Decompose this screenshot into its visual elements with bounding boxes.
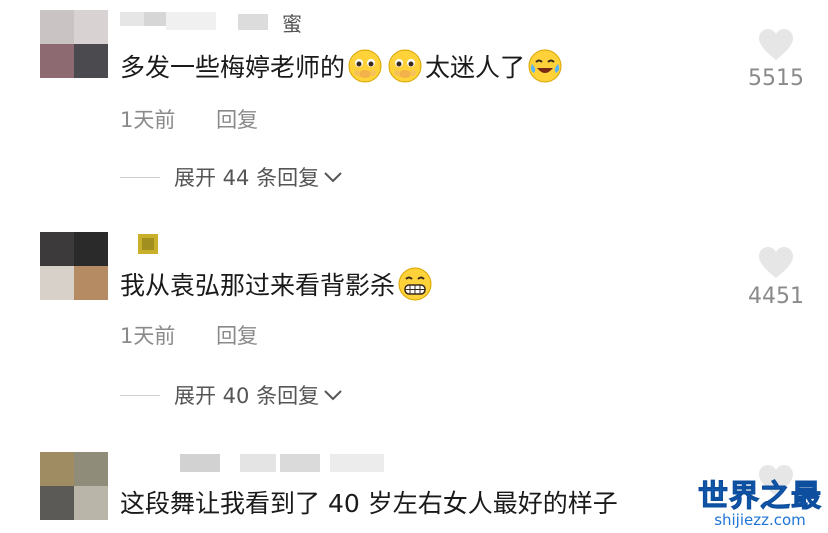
expand-replies-button[interactable]: 展开 40 条回复 [120, 380, 343, 410]
avatar[interactable] [40, 452, 108, 520]
reply-button[interactable]: 回复 [216, 108, 258, 132]
pleading-face-icon [388, 49, 422, 83]
watermark-title: 世界之最 [698, 479, 822, 515]
comment-text: 多发一些梅婷老师的 太迷人了 [120, 48, 565, 84]
heart-icon [759, 247, 793, 278]
grinning-face-icon [398, 267, 432, 301]
divider-line [120, 176, 160, 178]
comment-item: 我从袁弘那过来看背影杀 1天前 回复 展开 40 条回复 4451 [0, 220, 828, 420]
watermark-url: shijiezz.com [714, 511, 806, 529]
pleading-face-icon [348, 49, 382, 83]
like-button[interactable]: 5515 [744, 28, 808, 91]
comment-text: 这段舞让我看到了 40 岁左右女人最好的样子 [120, 484, 618, 520]
expand-replies-label: 展开 44 条回复 [174, 166, 320, 190]
like-count: 4451 [748, 284, 804, 309]
chevron-down-icon [324, 172, 342, 183]
avatar[interactable] [40, 10, 108, 78]
site-watermark: 世界之最 shijiezz.com [698, 471, 822, 530]
comment-meta: 1天前 回复 [120, 320, 258, 350]
comment-text-part: 多发一些梅婷老师的 [120, 53, 346, 82]
reply-button[interactable]: 回复 [216, 324, 258, 348]
like-button[interactable]: 4451 [744, 246, 808, 309]
comment-text-part: 我从袁弘那过来看背影杀 [120, 271, 396, 300]
username-suffix: 蜜 [282, 12, 302, 36]
divider-line [120, 394, 160, 396]
expand-replies-button[interactable]: 展开 44 条回复 [120, 162, 343, 192]
timestamp: 1天前 [120, 108, 176, 132]
comment-text-part: 太迷人了 [425, 53, 526, 82]
heart-icon [759, 29, 793, 60]
comment-text-part: 这段舞让我看到了 40 岁左右女人最好的样子 [120, 489, 618, 518]
timestamp: 1天前 [120, 324, 176, 348]
comment-item: 蜜 多发一些梅婷老师的 太迷人了 1天前 回复 展开 44 条回复 5515 [0, 0, 828, 200]
crying-laughing-face-icon [528, 49, 562, 83]
expand-replies-label: 展开 40 条回复 [174, 384, 320, 408]
like-count: 5515 [748, 66, 804, 91]
comment-meta: 1天前 回复 [120, 104, 258, 134]
avatar[interactable] [40, 232, 108, 300]
chevron-down-icon [324, 390, 342, 401]
comment-text: 我从袁弘那过来看背影杀 [120, 266, 435, 302]
